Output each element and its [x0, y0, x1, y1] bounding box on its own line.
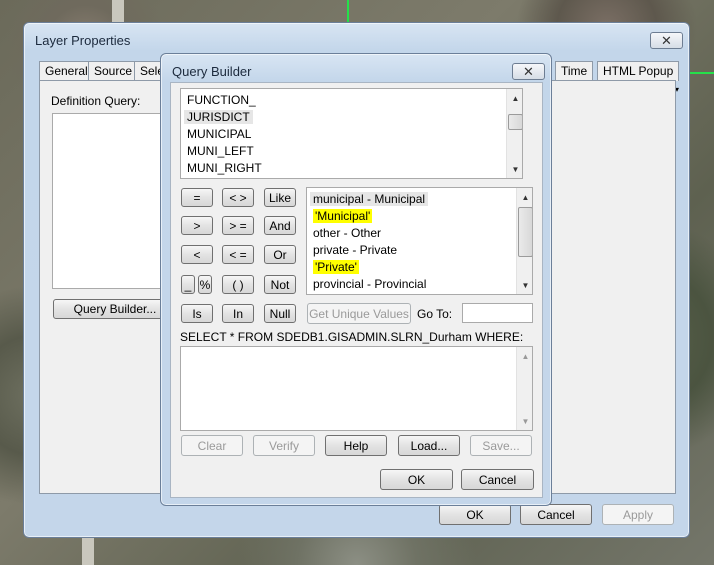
list-item[interactable]: 'Private' [313, 260, 359, 274]
greater-equal-button[interactable]: > = [222, 216, 254, 235]
sql-scrollbar[interactable]: ▲ ▼ [516, 347, 532, 430]
tab-time[interactable]: Time [555, 61, 594, 81]
apply-button[interactable]: Apply [602, 504, 674, 525]
verify-button[interactable]: Verify [253, 435, 315, 456]
definition-query-input[interactable] [52, 113, 177, 289]
not-equals-button[interactable]: < > [222, 188, 254, 207]
scroll-thumb[interactable] [518, 207, 532, 257]
less-than-button[interactable]: < [181, 245, 213, 264]
query-builder-dialog: Query Builder ✕ FUNCTION_ JURISDICT MUNI… [160, 53, 552, 506]
tab-source[interactable]: Source [88, 61, 139, 81]
list-item[interactable]: MUNICIPAL [187, 127, 251, 141]
help-button[interactable]: Help [325, 435, 387, 456]
list-item[interactable]: provincial - Provincial [313, 277, 426, 291]
list-item[interactable]: FUNCTION_ [187, 93, 256, 107]
close-button[interactable]: ✕ [650, 32, 683, 49]
list-item[interactable]: MUNI_LEFT [187, 144, 254, 158]
load-button[interactable]: Load... [398, 435, 460, 456]
not-button[interactable]: Not [264, 275, 296, 294]
parentheses-button[interactable]: ( ) [222, 275, 254, 294]
ok-button[interactable]: OK [380, 469, 453, 490]
arrow-up-icon[interactable]: ▲ [507, 91, 522, 105]
map-boundary-line [690, 72, 714, 74]
definition-query-label: Definition Query: [51, 94, 141, 108]
list-item[interactable]: private - Private [313, 243, 397, 257]
close-icon: ✕ [523, 63, 534, 79]
dialog-title: Query Builder [172, 64, 252, 79]
null-button[interactable]: Null [264, 304, 296, 323]
ok-button[interactable]: OK [439, 504, 511, 525]
map-road [82, 538, 94, 565]
list-item[interactable]: 'Municipal' [313, 209, 373, 223]
greater-than-button[interactable]: > [181, 216, 213, 235]
cancel-button[interactable]: Cancel [461, 469, 534, 490]
clear-button[interactable]: Clear [181, 435, 243, 456]
percent-button[interactable]: % [198, 275, 212, 294]
and-button[interactable]: And [264, 216, 296, 235]
underscore-button[interactable]: _ [181, 275, 195, 294]
arrow-up-icon[interactable]: ▲ [517, 190, 532, 204]
fields-scrollbar[interactable]: ▲ ▼ [506, 89, 522, 178]
close-button[interactable]: ✕ [512, 63, 545, 80]
window-title: Layer Properties [35, 33, 131, 48]
fields-list[interactable]: FUNCTION_ JURISDICT MUNICIPAL MUNI_LEFT … [180, 88, 523, 179]
values-scrollbar[interactable]: ▲ ▼ [516, 188, 532, 294]
less-equal-button[interactable]: < = [222, 245, 254, 264]
unique-values-list[interactable]: municipal - Municipal 'Municipal' other … [306, 187, 533, 295]
tab-html-popup[interactable]: HTML Popup [597, 61, 680, 81]
get-unique-values-button[interactable]: Get Unique Values [307, 303, 411, 324]
is-button[interactable]: Is [181, 304, 213, 323]
dialog-body: FUNCTION_ JURISDICT MUNICIPAL MUNI_LEFT … [170, 82, 543, 498]
sql-where-input[interactable]: ▲ ▼ [180, 346, 533, 431]
or-button[interactable]: Or [264, 245, 296, 264]
like-button[interactable]: Like [264, 188, 296, 207]
arrow-down-icon[interactable]: ▼ [517, 414, 532, 428]
in-button[interactable]: In [222, 304, 254, 323]
close-icon: ✕ [661, 32, 672, 48]
arrow-down-icon[interactable]: ▼ [517, 278, 532, 292]
arrow-down-icon[interactable]: ▼ [507, 162, 522, 176]
list-item[interactable]: MUNI_RIGHT [187, 161, 262, 175]
save-button[interactable]: Save... [470, 435, 532, 456]
scroll-thumb[interactable] [508, 114, 522, 130]
sql-prefix-label: SELECT * FROM SDEDB1.GISADMIN.SLRN_Durha… [180, 330, 524, 344]
tab-general[interactable]: General [39, 61, 94, 81]
list-item-selected[interactable]: JURISDICT [184, 110, 253, 124]
map-boundary-line [347, 0, 349, 22]
equals-button[interactable]: = [181, 188, 213, 207]
go-to-input[interactable] [462, 303, 533, 323]
arrow-up-icon[interactable]: ▲ [517, 349, 532, 363]
go-to-label: Go To: [417, 307, 453, 321]
list-item[interactable]: municipal - Municipal [310, 192, 429, 206]
query-builder-button[interactable]: Query Builder... [53, 299, 177, 319]
list-item[interactable]: other - Other [313, 226, 381, 240]
cancel-button[interactable]: Cancel [520, 504, 592, 525]
